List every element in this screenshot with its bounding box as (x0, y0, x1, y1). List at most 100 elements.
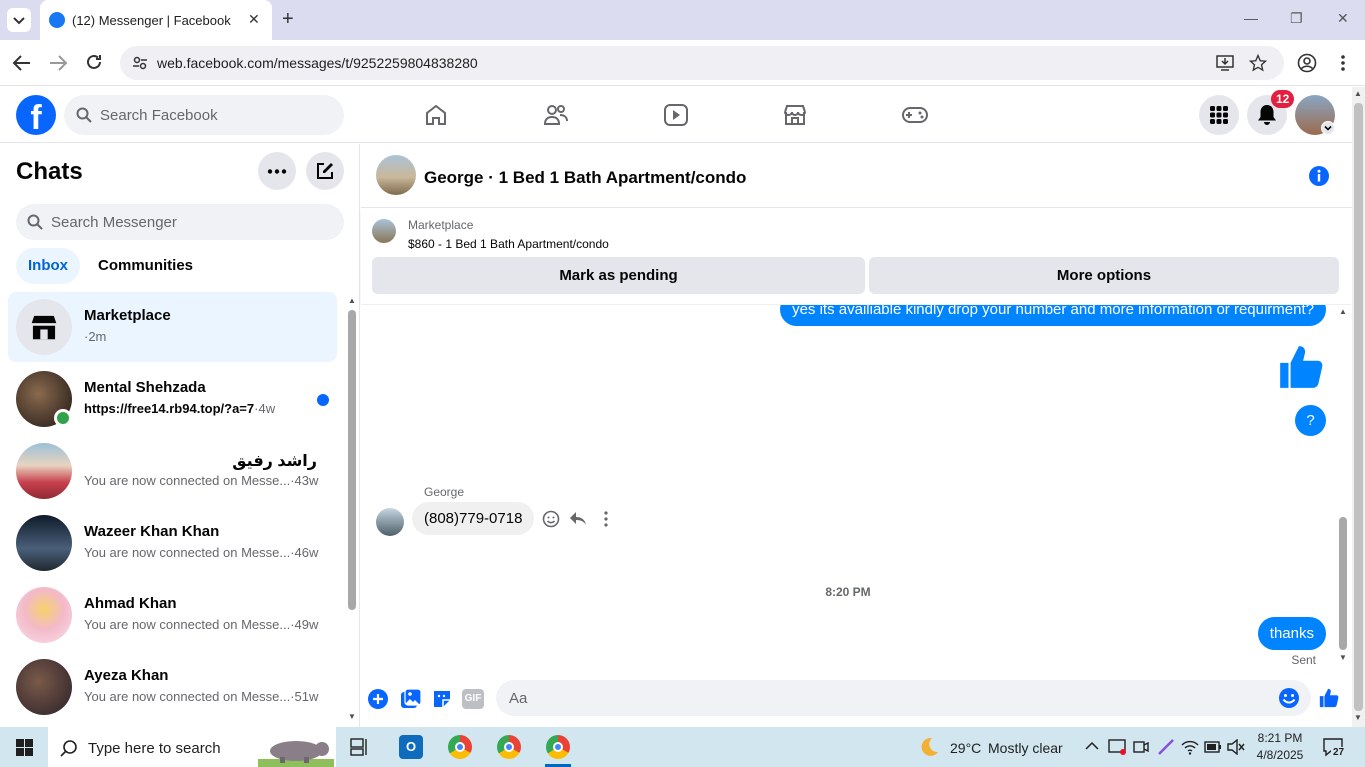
chat-row-marketplace[interactable]: Marketplace ·2m (8, 292, 337, 362)
account-chevron-icon[interactable] (1321, 121, 1335, 135)
grid-menu-icon (1210, 106, 1228, 124)
gif-button[interactable]: GIF (462, 689, 484, 709)
home-icon[interactable] (424, 103, 448, 127)
task-view-icon[interactable] (350, 738, 370, 756)
chats-scrollbar[interactable]: ▲ ▼ (345, 296, 359, 722)
outgoing-message[interactable]: yes its availiable kindly drop your numb… (780, 305, 1326, 326)
listing-title[interactable]: $860 - 1 Bed 1 Bath Apartment/condo (408, 237, 609, 251)
scroll-down-arrow-icon[interactable]: ▼ (1339, 653, 1347, 662)
browser-tab-active[interactable]: (12) Messenger | Facebook ✕ (40, 0, 272, 40)
marketplace-icon[interactable] (782, 103, 808, 127)
info-icon[interactable] (1308, 165, 1330, 187)
more-options-button[interactable]: More options (869, 257, 1339, 294)
chat-name: Wazeer Khan Khan (84, 523, 220, 540)
scroll-up-arrow-icon[interactable]: ▲ (348, 296, 356, 305)
wifi-icon[interactable] (1181, 739, 1199, 755)
battery-icon[interactable] (1204, 740, 1222, 754)
meet-now-icon[interactable] (1108, 738, 1128, 756)
thumbs-up-sticker-icon[interactable] (1276, 341, 1326, 393)
tab-communities[interactable]: Communities (86, 248, 205, 284)
gaming-icon[interactable] (902, 105, 928, 125)
facebook-search-input[interactable]: Search Facebook (64, 95, 344, 135)
notifications-badge: 12 (1271, 90, 1295, 108)
camera-icon[interactable] (1133, 738, 1149, 756)
chat-time: ·46w (290, 545, 319, 560)
chat-time: ·4w (254, 401, 276, 416)
outlook-app-icon[interactable]: O (399, 735, 423, 759)
chat-row-rashid-rafiq[interactable]: راشد رفیق You are now connected on Messe… (8, 436, 337, 506)
scroll-down-arrow-icon[interactable]: ▼ (348, 712, 356, 721)
friends-icon[interactable] (543, 103, 569, 127)
chat-avatar (16, 515, 72, 571)
emoji-icon[interactable] (1278, 687, 1300, 709)
browser-toolbar: web.facebook.com/messages/t/925225980483… (0, 40, 1365, 86)
menu-grid-button[interactable] (1199, 95, 1239, 135)
more-vertical-icon[interactable] (604, 511, 608, 527)
marketplace-label: Marketplace (408, 218, 474, 232)
weather-description[interactable]: Mostly clear (988, 740, 1063, 756)
chats-options-button[interactable] (258, 152, 296, 190)
outgoing-message[interactable]: thanks (1257, 617, 1326, 650)
attach-photo-icon[interactable] (400, 688, 422, 710)
weather-moon-icon[interactable] (918, 736, 940, 758)
incoming-message[interactable]: (808)779-0718 (412, 502, 535, 535)
forward-icon[interactable] (48, 54, 68, 72)
message-input[interactable]: Aa (496, 680, 1311, 716)
restore-icon[interactable]: ❐ (1290, 10, 1303, 27)
send-like-icon[interactable] (1318, 687, 1340, 709)
new-tab-button[interactable]: + (282, 8, 294, 31)
listing-thumbnail[interactable] (372, 219, 396, 243)
sender-avatar[interactable] (376, 508, 404, 536)
mark-as-pending-button[interactable]: Mark as pending (372, 257, 865, 294)
scroll-up-arrow-icon[interactable]: ▲ (1339, 307, 1347, 316)
scroll-up-arrow-icon[interactable]: ▲ (1354, 89, 1362, 98)
site-info-icon[interactable] (132, 55, 148, 71)
chat-row-ayeza-khan[interactable]: Ayeza Khan You are now connected on Mess… (8, 652, 337, 722)
chrome-profile-app-icon[interactable] (497, 735, 521, 759)
chrome-active-app-icon[interactable] (546, 735, 570, 759)
messenger-search-input[interactable]: Search Messenger (16, 204, 344, 240)
chat-row-mental-shehzada[interactable]: Mental Shehzada https://free14.rb94.top/… (8, 364, 337, 434)
thread-scrollbar[interactable]: ▲ ▼ (1337, 305, 1349, 665)
minimize-icon[interactable]: — (1244, 10, 1258, 26)
back-icon[interactable] (12, 54, 32, 72)
address-bar[interactable]: web.facebook.com/messages/t/925225980483… (120, 46, 1284, 80)
sticker-icon[interactable] (431, 688, 453, 710)
reload-icon[interactable] (85, 53, 103, 71)
react-emoji-icon[interactable] (542, 510, 560, 528)
page-scrollbar[interactable]: ▲ ▼ (1352, 87, 1365, 727)
thread-scrollbar-thumb[interactable] (1339, 517, 1347, 650)
facebook-logo-icon[interactable]: f (16, 95, 56, 135)
chats-scrollbar-thumb[interactable] (348, 310, 356, 610)
taskbar-clock-date[interactable]: 4/8/2025 (1254, 748, 1306, 762)
tray-chevron-up-icon[interactable] (1085, 741, 1099, 751)
chat-time: ·2m (84, 329, 107, 344)
more-actions-plus-icon[interactable] (367, 688, 389, 710)
profile-icon[interactable] (1297, 53, 1317, 73)
volume-muted-icon[interactable] (1227, 739, 1245, 755)
new-message-button[interactable] (306, 152, 344, 190)
chat-time: ·49w (290, 617, 319, 632)
pen-icon[interactable] (1157, 738, 1175, 756)
reply-icon[interactable] (569, 511, 587, 527)
install-app-icon[interactable] (1216, 55, 1234, 71)
windows-start-icon[interactable] (16, 739, 33, 756)
window-close-icon[interactable]: ✕ (1337, 10, 1349, 27)
tab-search-button[interactable] (7, 8, 31, 32)
outgoing-message[interactable]: ? (1295, 405, 1326, 436)
scroll-down-arrow-icon[interactable]: ▼ (1354, 713, 1362, 722)
chat-row-wazeer-khan[interactable]: Wazeer Khan Khan You are now connected o… (8, 508, 337, 578)
bookmark-star-icon[interactable] (1249, 54, 1267, 72)
chrome-app-icon[interactable] (448, 735, 472, 759)
watch-icon[interactable] (663, 103, 689, 127)
tab-inbox[interactable]: Inbox (16, 248, 80, 284)
taskbar-clock-time[interactable]: 8:21 PM (1254, 731, 1306, 745)
weather-temperature[interactable]: 29°C (950, 740, 981, 756)
conversation-avatar[interactable] (376, 155, 416, 195)
taskbar-search-input[interactable]: Type here to search (48, 727, 336, 767)
page-scrollbar-thumb[interactable] (1354, 103, 1363, 711)
conversation-title[interactable]: George · 1 Bed 1 Bath Apartment/condo (424, 168, 746, 188)
chat-row-ahmad-khan[interactable]: Ahmad Khan You are now connected on Mess… (8, 580, 337, 650)
close-tab-icon[interactable]: ✕ (248, 11, 260, 28)
browser-menu-icon[interactable] (1339, 53, 1347, 73)
